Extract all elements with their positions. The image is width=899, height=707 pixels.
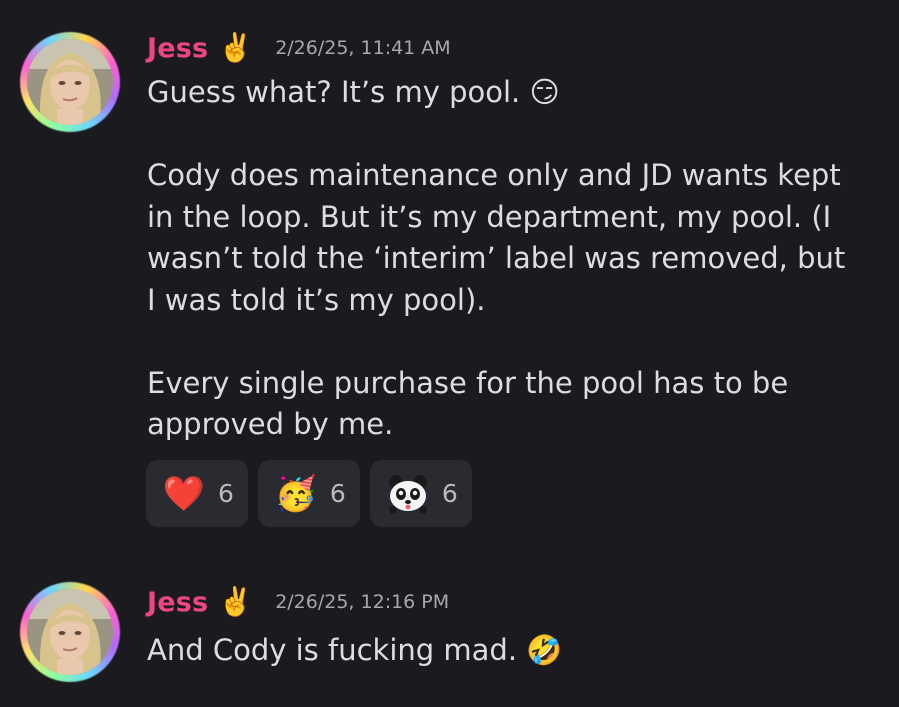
reaction-count: 6: [329, 479, 346, 508]
message-paragraph: Guess what? It’s my pool. 😏: [147, 75, 560, 109]
timestamp[interactable]: 2/26/25, 12:16 PM: [275, 591, 449, 613]
username[interactable]: Jess: [147, 33, 208, 64]
timestamp[interactable]: 2/26/25, 11:41 AM: [275, 37, 451, 59]
reaction-party-face[interactable]: 🥳 6: [257, 460, 360, 527]
message-header: Jess ✌️ 2/26/25, 11:41 AM: [147, 28, 451, 68]
victory-hand-icon: ✌️: [218, 585, 254, 618]
avatar[interactable]: [20, 582, 120, 682]
username[interactable]: Jess: [147, 587, 208, 618]
panda-icon: [386, 472, 430, 516]
message-paragraph: Cody does maintenance only and JD wants …: [147, 158, 846, 317]
avatar[interactable]: [20, 32, 120, 132]
message-paragraph: And Cody is fucking mad. 🤣: [147, 633, 563, 667]
reaction-count: 6: [441, 479, 458, 508]
reactions-bar: ❤️ 6 🥳 6 6: [146, 460, 472, 527]
reaction-panda[interactable]: 6: [369, 460, 472, 527]
victory-hand-icon: ✌️: [218, 31, 254, 64]
avatar-image: [27, 589, 113, 675]
heart-icon: ❤️: [162, 473, 206, 514]
message-content: Guess what? It’s my pool. 😏 Cody does ma…: [147, 72, 847, 446]
avatar-image: [27, 39, 113, 125]
message-paragraph: Every single purchase for the pool has t…: [147, 365, 789, 442]
party-face-icon: 🥳: [274, 473, 318, 514]
message-content: And Cody is fucking mad. 🤣: [147, 630, 847, 672]
reaction-heart[interactable]: ❤️ 6: [146, 460, 248, 527]
message-header: Jess ✌️ 2/26/25, 12:16 PM: [147, 582, 449, 622]
reaction-count: 6: [218, 479, 234, 508]
